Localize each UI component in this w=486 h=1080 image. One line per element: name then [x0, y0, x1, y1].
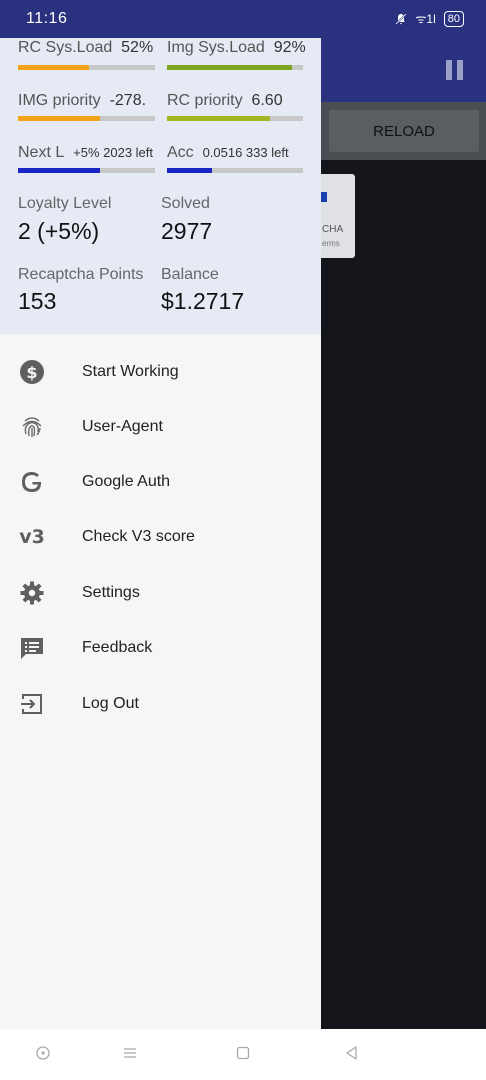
battery-icon: 80	[443, 10, 464, 27]
rc-sys-load: RC Sys.Load 52%	[18, 39, 154, 56]
reload-button[interactable]: RELOAD	[329, 110, 479, 152]
logout-icon	[18, 690, 46, 718]
rc-sys-load-fill	[18, 65, 90, 70]
status-bar: 11:16 ᯤ1l 80	[0, 0, 486, 38]
menu-item-settings[interactable]: Settings	[0, 565, 321, 620]
acc-fill	[167, 168, 212, 173]
next-level: Next L +5% 2023 left	[18, 144, 154, 161]
menu-item-check-v3[interactable]: v3 Check V3 score	[0, 509, 321, 564]
img-sys-load: Img Sys.Load 92%	[167, 39, 306, 56]
drawer-header: RC Sys.Load 52% Img Sys.Load 92% IMG pri…	[0, 38, 321, 334]
img-priority-fill	[18, 116, 101, 121]
app-toolbar	[321, 38, 486, 102]
menu-item-google-auth[interactable]: Google Auth	[0, 454, 321, 509]
menu-item-log-out[interactable]: Log Out	[0, 676, 321, 731]
recaptcha-points-label: Recaptcha Points	[18, 266, 144, 283]
menu-label-check-v3: Check V3 score	[82, 527, 195, 545]
mute-icon	[395, 12, 408, 25]
menu-item-feedback[interactable]: Feedback	[0, 620, 321, 675]
dollar-icon: $	[18, 358, 46, 386]
solved-value: 2977	[161, 218, 213, 244]
menu-item-start-working[interactable]: $ Start Working	[0, 344, 321, 399]
reload-area: RELOAD	[321, 102, 486, 160]
acc: Acc 0.0516 333 left	[167, 144, 289, 161]
status-icons: ᯤ1l 80	[395, 10, 464, 27]
next-level-bar	[18, 168, 155, 173]
system-nav-bar	[0, 1029, 486, 1080]
balance-label: Balance	[161, 266, 219, 283]
menu-label-google-auth: Google Auth	[82, 472, 171, 490]
svg-text:$: $	[26, 363, 37, 382]
google-icon	[18, 468, 46, 496]
signal-icon: ᯤ1l	[415, 12, 436, 26]
rc-priority: RC priority 6.60	[167, 92, 283, 109]
back-icon[interactable]	[344, 1045, 360, 1061]
feedback-icon	[18, 634, 46, 662]
navigation-drawer: RC Sys.Load 52% Img Sys.Load 92% IMG pri…	[0, 38, 321, 1029]
img-priority: IMG priority -278.	[18, 92, 147, 109]
assistant-icon[interactable]	[35, 1045, 51, 1061]
recaptcha-logo-icon	[320, 192, 327, 202]
recaptcha-label: CHA	[322, 224, 344, 235]
acc-bar	[167, 168, 303, 173]
next-level-fill	[18, 168, 101, 173]
img-sys-load-bar	[167, 65, 303, 70]
fingerprint-icon	[18, 413, 46, 441]
clock: 11:16	[26, 10, 68, 27]
rc-priority-fill	[167, 116, 271, 121]
img-sys-load-fill	[167, 65, 293, 70]
recaptcha-points-value: 153	[18, 288, 57, 314]
menu-label-start-working: Start Working	[82, 362, 179, 380]
gear-icon	[18, 579, 46, 607]
home-icon[interactable]	[235, 1045, 251, 1061]
menu-item-user-agent[interactable]: User-Agent	[0, 399, 321, 454]
pause-icon[interactable]	[446, 60, 464, 80]
loyalty-label: Loyalty Level	[18, 195, 112, 212]
solved-label: Solved	[161, 195, 210, 212]
rc-priority-bar	[167, 116, 303, 121]
loyalty-value: 2 (+5%)	[18, 218, 100, 244]
menu-label-user-agent: User-Agent	[82, 417, 163, 435]
menu-label-feedback: Feedback	[82, 638, 153, 656]
v3-icon: v3	[19, 525, 45, 548]
img-priority-bar	[18, 116, 155, 121]
menu-label-settings: Settings	[82, 583, 140, 601]
menu-label-log-out: Log Out	[82, 694, 139, 712]
menu-icon[interactable]	[122, 1045, 138, 1061]
rc-sys-load-bar	[18, 65, 155, 70]
balance-value: $1.2717	[161, 288, 245, 314]
recaptcha-terms: erms	[322, 239, 340, 248]
